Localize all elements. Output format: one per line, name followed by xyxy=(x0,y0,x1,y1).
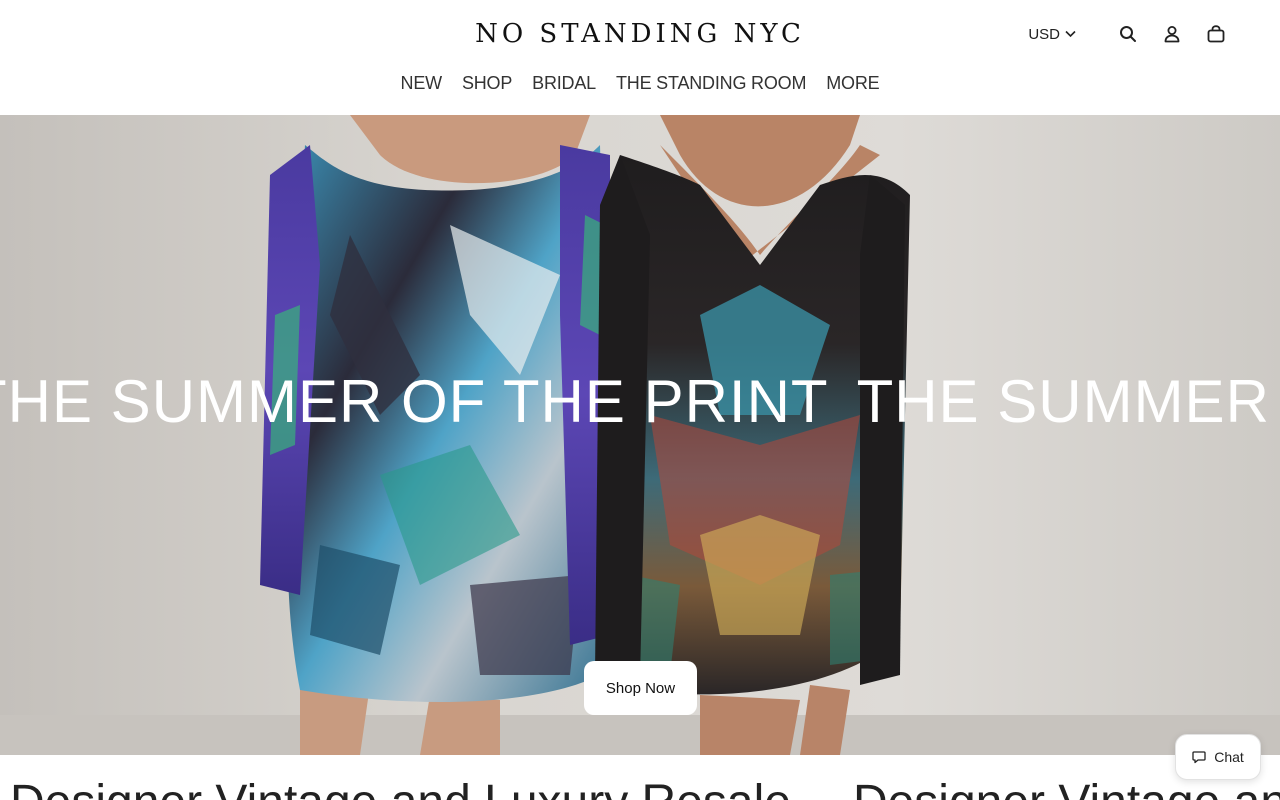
hero-banner: THE SUMMER OF THE PRINT THE SUMMER OF THE… xyxy=(0,115,1280,755)
section-heading: Designer Vintage and Luxury ResaleDesign… xyxy=(10,775,1280,800)
chat-label: Chat xyxy=(1214,749,1244,765)
account-button[interactable] xyxy=(1160,22,1184,46)
hero-marquee-text: THE SUMMER OF THE PRINT xyxy=(0,368,829,435)
nav-item-bridal[interactable]: BRIDAL xyxy=(532,70,596,96)
currency-label: USD xyxy=(1028,25,1060,43)
search-icon xyxy=(1120,26,1136,42)
main-nav: NEW SHOP BRIDAL THE STANDING ROOM MORE xyxy=(0,70,1280,96)
account-icon xyxy=(1164,26,1180,43)
shop-now-button[interactable]: Shop Now xyxy=(584,661,697,715)
currency-selector[interactable]: USD xyxy=(1028,26,1076,43)
hero-marquee-text: THE SUMMER OF THE PRINT xyxy=(856,368,1280,435)
chevron-down-icon xyxy=(1065,30,1076,38)
nav-item-shop[interactable]: SHOP xyxy=(462,70,512,96)
bag-icon xyxy=(1207,25,1225,43)
nav-item-new[interactable]: NEW xyxy=(401,70,443,96)
search-button[interactable] xyxy=(1116,22,1140,46)
chat-bubble-icon xyxy=(1192,751,1206,764)
header-tools: USD xyxy=(1028,20,1228,48)
cart-button[interactable] xyxy=(1204,22,1228,46)
nav-item-the-standing-room[interactable]: THE STANDING ROOM xyxy=(616,70,806,96)
nav-item-more[interactable]: MORE xyxy=(826,70,879,96)
site-header: NO STANDING NYC USD NEW SHOP BRIDAL THE … xyxy=(0,0,1280,115)
chat-button[interactable]: Chat xyxy=(1175,734,1261,780)
section-heading-marquee: Designer Vintage and Luxury ResaleDesign… xyxy=(0,755,1280,800)
hero-marquee: THE SUMMER OF THE PRINT THE SUMMER OF THE… xyxy=(0,367,1280,437)
section-heading-text: Designer Vintage and Luxury Resale xyxy=(10,776,791,800)
